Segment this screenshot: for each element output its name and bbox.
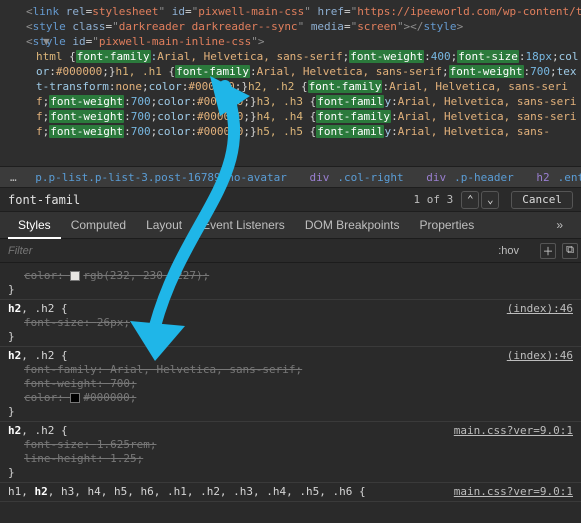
elements-source-pane[interactable]: <link rel=stylesheet" id="pixwell-main-c… [0,0,581,166]
style-rule[interactable]: main.css?ver=9.0:1 h2, .h2 { font-size: … [0,422,581,483]
crumb-item[interactable]: div.p-header [422,171,517,184]
style-rule[interactable]: main.css?ver=9.0:1 h1, h2, h3, h4, h5, h… [0,483,581,502]
color-swatch-icon[interactable] [70,271,80,281]
source-link[interactable]: main.css?ver=9.0:1 [454,485,573,499]
tab-computed[interactable]: Computed [61,212,136,238]
styles-rules-pane[interactable]: color: rgb(232, 230, 227); } (index):46 … [0,263,581,523]
tabs-overflow-button[interactable]: » [546,212,573,238]
search-result-count: 1 of 3 [414,193,454,206]
hov-toggle[interactable]: :hov [492,239,525,262]
tab-properties[interactable]: Properties [410,212,485,238]
declaration[interactable]: font-family: Arial, Helvetica, sans-seri… [8,363,573,377]
crumb-ellipsis[interactable]: … [10,171,17,184]
code-line-expanded[interactable]: ▼<style id="pixwell-main-inline-css"> [26,34,581,49]
search-bar: 1 of 3 ⌃ ⌄ Cancel [0,188,581,212]
computed-sidebar-toggle[interactable]: ⧉ [562,243,578,259]
style-rule[interactable]: (index):46 h2, .h2 { font-family: Arial,… [0,347,581,422]
source-link[interactable]: main.css?ver=9.0:1 [454,424,573,438]
style-rule[interactable]: (index):46 h2, .h2 { font-size: 26px; } [0,300,581,347]
tab-dom-breakpoints[interactable]: DOM Breakpoints [295,212,410,238]
cancel-button[interactable]: Cancel [511,191,573,209]
code-line: <link rel=stylesheet" id="pixwell-main-c… [26,4,581,19]
breadcrumb[interactable]: … p.p-list.p-list-3.post-16789.no-avatar… [0,166,581,188]
styles-filter-input[interactable] [0,245,492,257]
declaration[interactable]: font-size: 1.625rem; [8,438,573,452]
tab-event-listeners[interactable]: Event Listeners [192,212,295,238]
search-input[interactable] [8,193,408,207]
code-line: <style class="darkreader darkreader--syn… [26,19,581,34]
source-link[interactable]: (index):46 [507,302,573,316]
declaration[interactable]: font-size: 26px; [8,316,573,330]
rule-selector[interactable]: h2, .h2 { [8,349,573,363]
declaration[interactable]: font-weight: 700; [8,377,573,391]
styles-tabs: Styles Computed Layout Event Listeners D… [0,212,581,239]
inline-css-preview[interactable]: html {font-family:Arial, Helvetica, sans… [26,49,581,139]
cls-toggle[interactable] [525,239,537,262]
tab-layout[interactable]: Layout [136,212,192,238]
crumb-item[interactable]: p.p-list.p-list-3.post-16789.no-avatar [31,171,291,184]
search-next-button[interactable]: ⌄ [481,191,499,209]
declaration[interactable]: line-height: 1.25; [8,452,573,466]
styles-filter-bar: :hov ＋ ⧉ [0,239,581,263]
tab-styles[interactable]: Styles [8,213,61,239]
color-swatch-icon[interactable] [70,393,80,403]
search-prev-button[interactable]: ⌃ [461,191,479,209]
crumb-item[interactable]: h2.entry-title [532,171,581,184]
rule-selector[interactable]: h2, .h2 { [8,302,573,316]
source-link[interactable]: (index):46 [507,349,573,363]
crumb-item[interactable]: div.col-right [306,171,408,184]
new-style-rule-button[interactable]: ＋ [540,243,556,259]
style-rule[interactable]: color: rgb(232, 230, 227); } [0,267,581,300]
declaration[interactable]: color: #000000; [8,391,573,405]
disclosure-triangle-icon[interactable]: ▼ [43,34,50,49]
